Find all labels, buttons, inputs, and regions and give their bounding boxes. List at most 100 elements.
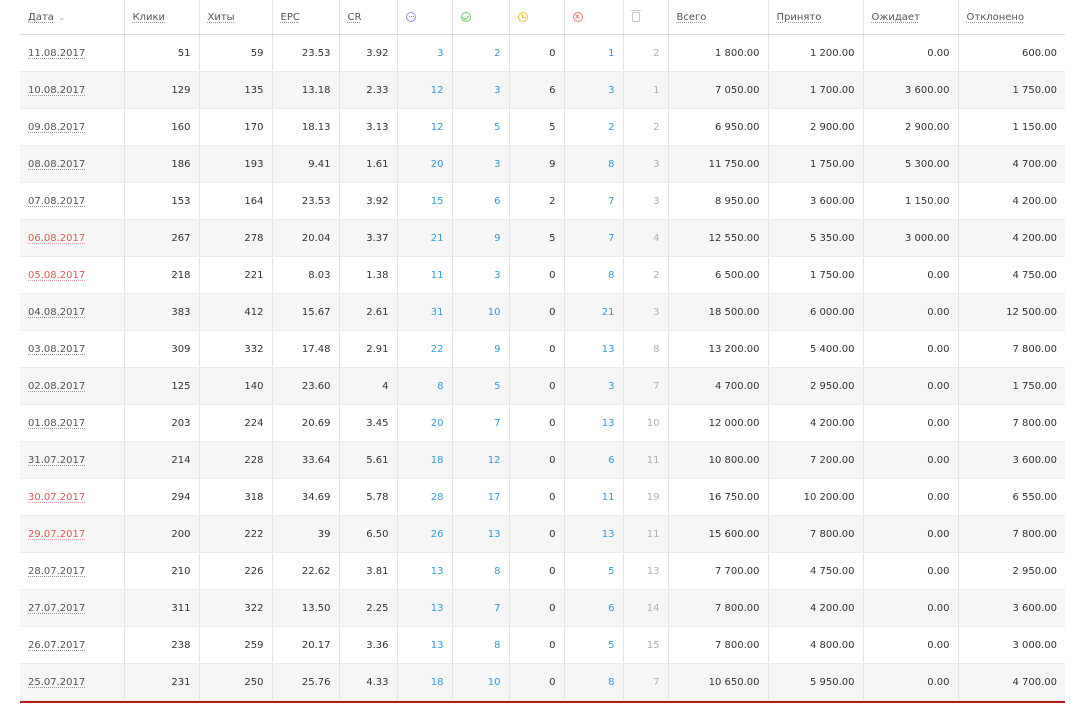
cell-all-leads[interactable]: 26	[396, 515, 452, 553]
cell-declined[interactable]: 8	[563, 145, 623, 183]
date-link[interactable]: 06.08.2017	[28, 233, 85, 244]
cell-declined[interactable]: 8	[563, 663, 623, 701]
date-link[interactable]: 28.07.2017	[28, 566, 85, 577]
date-link[interactable]: 03.08.2017	[28, 344, 85, 355]
cell-declined[interactable]: 7	[563, 182, 623, 220]
cell-approved[interactable]: 10	[451, 663, 509, 701]
date-link[interactable]: 30.07.2017	[28, 492, 85, 503]
cell-approved[interactable]: 8	[451, 626, 509, 664]
cell-approved[interactable]: 17	[451, 478, 509, 516]
cell-all-leads[interactable]: 11	[396, 256, 452, 294]
cell-approved[interactable]: 7	[451, 404, 509, 442]
cell-all-leads[interactable]: 28	[396, 478, 452, 516]
cell-declined[interactable]: 5	[563, 626, 623, 664]
col-accepted-header[interactable]: Принято	[767, 0, 863, 35]
clock-circle-icon[interactable]	[517, 11, 528, 22]
cell-all-leads[interactable]: 3	[396, 34, 452, 72]
cell-declined[interactable]: 8	[563, 256, 623, 294]
date-link[interactable]: 26.07.2017	[28, 640, 85, 651]
cell-all-leads[interactable]: 13	[396, 589, 452, 627]
col-hits-header[interactable]: Хиты	[198, 0, 272, 35]
col-declined-header[interactable]	[563, 0, 623, 35]
cell-declined[interactable]: 21	[563, 293, 623, 331]
cell-approved[interactable]: 13	[451, 515, 509, 553]
cell-declined[interactable]: 3	[563, 71, 623, 109]
cell-declined[interactable]: 7	[563, 219, 623, 257]
cell-approved[interactable]: 3	[451, 71, 509, 109]
cell-declined[interactable]: 1	[563, 34, 623, 72]
cell-approved[interactable]: 6	[451, 182, 509, 220]
col-accepted-link[interactable]: Принято	[777, 12, 822, 23]
cell-declined[interactable]: 2	[563, 108, 623, 146]
col-rejected-link[interactable]: Отклонено	[967, 12, 1025, 23]
cell-approved[interactable]: 9	[451, 219, 509, 257]
cell-all-leads[interactable]: 13	[396, 552, 452, 590]
date-link[interactable]: 04.08.2017	[28, 307, 85, 318]
dots-circle-icon[interactable]	[405, 11, 416, 22]
cell-approved[interactable]: 7	[451, 589, 509, 627]
col-pending-link[interactable]: Ожидает	[872, 12, 920, 23]
col-pending-header[interactable]: Ожидает	[862, 0, 958, 35]
date-link[interactable]: 09.08.2017	[28, 122, 85, 133]
col-clicks-header[interactable]: Клики	[123, 0, 199, 35]
date-link[interactable]: 31.07.2017	[28, 455, 85, 466]
col-hold-header[interactable]	[508, 0, 564, 35]
check-circle-icon[interactable]	[460, 11, 471, 22]
col-cr-header[interactable]: CR	[338, 0, 397, 35]
date-link[interactable]: 07.08.2017	[28, 196, 85, 207]
cell-all-leads[interactable]: 13	[396, 626, 452, 664]
cell-declined[interactable]: 6	[563, 441, 623, 479]
cell-approved[interactable]: 9	[451, 330, 509, 368]
col-epc-header[interactable]: EPC	[271, 0, 339, 35]
cell-all-leads[interactable]: 18	[396, 663, 452, 701]
col-rejected-header[interactable]: Отклонено	[957, 0, 1065, 35]
date-link[interactable]: 01.08.2017	[28, 418, 85, 429]
cell-approved[interactable]: 3	[451, 145, 509, 183]
cell-approved[interactable]: 5	[451, 108, 509, 146]
col-hits-link[interactable]: Хиты	[208, 12, 235, 23]
cell-all-leads[interactable]: 15	[396, 182, 452, 220]
date-link[interactable]: 25.07.2017	[28, 677, 85, 688]
col-approved-header[interactable]	[451, 0, 509, 35]
date-link[interactable]: 05.08.2017	[28, 270, 85, 281]
x-circle-icon[interactable]	[572, 11, 583, 22]
cell-all-leads[interactable]: 21	[396, 219, 452, 257]
cell-all-leads[interactable]: 12	[396, 71, 452, 109]
cell-approved[interactable]: 8	[451, 552, 509, 590]
col-cr-link[interactable]: CR	[348, 12, 362, 23]
date-link[interactable]: 29.07.2017	[28, 529, 85, 540]
cell-all-leads[interactable]: 12	[396, 108, 452, 146]
date-link[interactable]: 11.08.2017	[28, 48, 85, 59]
col-clicks-link[interactable]: Клики	[133, 12, 166, 23]
cell-declined[interactable]: 13	[563, 404, 623, 442]
col-trash-header[interactable]	[622, 0, 668, 35]
cell-approved[interactable]: 12	[451, 441, 509, 479]
cell-all-leads[interactable]: 22	[396, 330, 452, 368]
col-total-header[interactable]: Всего	[667, 0, 768, 35]
cell-all-leads[interactable]: 20	[396, 145, 452, 183]
cell-all-leads[interactable]: 8	[396, 367, 452, 405]
col-date-header[interactable]: Дата ⌄	[20, 0, 124, 35]
cell-approved[interactable]: 3	[451, 256, 509, 294]
cell-all-leads[interactable]: 31	[396, 293, 452, 331]
col-total-link[interactable]: Всего	[677, 12, 707, 23]
cell-declined[interactable]: 13	[563, 330, 623, 368]
cell-declined[interactable]: 3	[563, 367, 623, 405]
col-epc-link[interactable]: EPC	[281, 12, 300, 23]
date-link[interactable]: 02.08.2017	[28, 381, 85, 392]
cell-declined[interactable]: 11	[563, 478, 623, 516]
col-all-leads-header[interactable]	[396, 0, 452, 35]
date-link[interactable]: 08.08.2017	[28, 159, 85, 170]
cell-all-leads[interactable]: 20	[396, 404, 452, 442]
date-link[interactable]: 27.07.2017	[28, 603, 85, 614]
cell-approved[interactable]: 10	[451, 293, 509, 331]
cell-all-leads[interactable]: 18	[396, 441, 452, 479]
trash-icon[interactable]	[630, 9, 641, 22]
cell-declined[interactable]: 5	[563, 552, 623, 590]
sort-chevron-icon[interactable]: ⌄	[58, 13, 66, 23]
cell-approved[interactable]: 5	[451, 367, 509, 405]
col-date-link[interactable]: Дата	[28, 12, 54, 23]
cell-approved[interactable]: 2	[451, 34, 509, 72]
cell-declined[interactable]: 13	[563, 515, 623, 553]
date-link[interactable]: 10.08.2017	[28, 85, 85, 96]
